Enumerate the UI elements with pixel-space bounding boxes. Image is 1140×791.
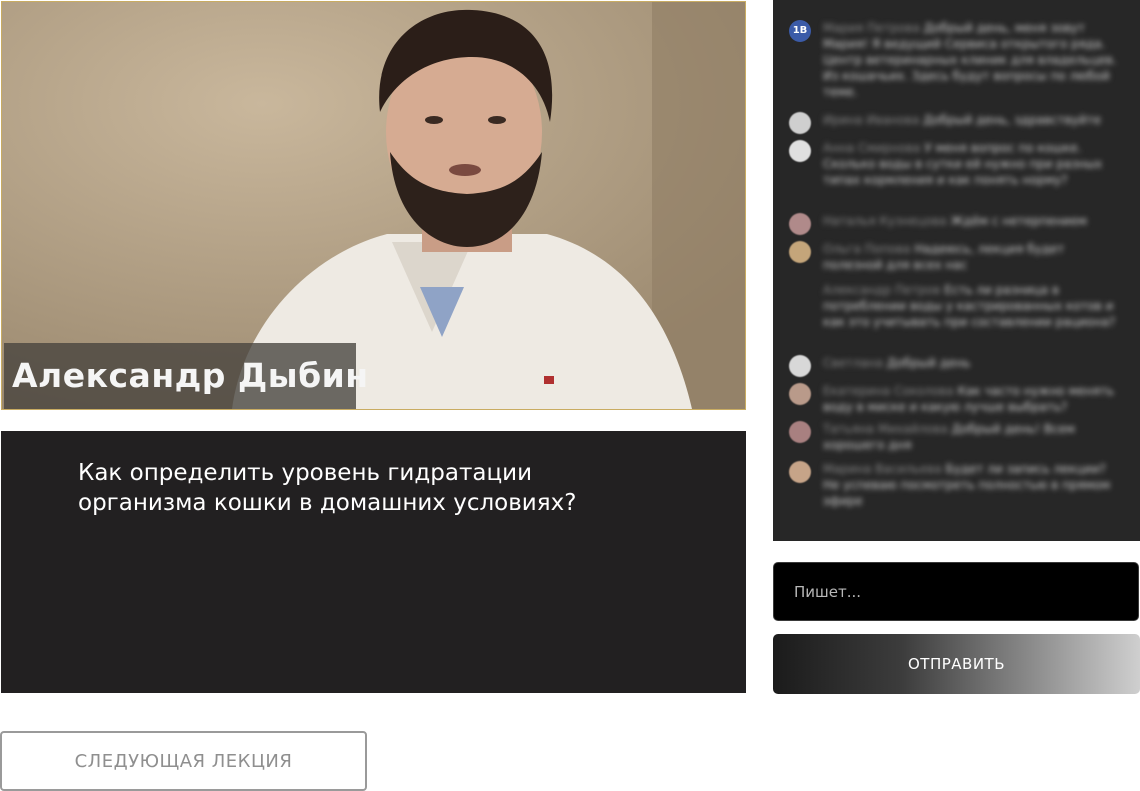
chat-message: Екатерина Соколова Как часто нужно менят… <box>789 383 1129 419</box>
video-player[interactable]: Александр Дыбин <box>1 1 746 410</box>
send-button[interactable]: ОТПРАВИТЬ <box>773 634 1140 694</box>
chat-message-text: Татьяна Михайлова Добрый день! Всем хоро… <box>823 422 1075 452</box>
chat-message-text: Марина Васильева Будет ли запись лекции?… <box>823 462 1111 508</box>
chat-message: Ирина Иванова Добрый день, здравствуйте <box>789 112 1129 134</box>
chat-message: Татьяна Михайлова Добрый день! Всем хоро… <box>789 421 1129 457</box>
chat-panel[interactable]: 1B Мария Петрова Добрый день, меня зовут… <box>773 0 1140 541</box>
user-avatar <box>789 383 811 405</box>
user-avatar <box>789 241 811 263</box>
chat-message: Светлана Добрый день <box>789 355 1129 377</box>
question-panel: Как определить уровень гидратации органи… <box>1 431 746 693</box>
chat-message-text: Наталья Кузнецова Ждём с нетерпением <box>823 214 1087 228</box>
chat-message: Ольга Попова Надеюсь, лекция будет полез… <box>789 241 1129 277</box>
question-line-2: организма кошки в домашних условиях? <box>78 490 577 516</box>
chat-message-text: Александр Петров Есть ли разница в потре… <box>823 283 1116 329</box>
chat-message: Александр Петров Есть ли разница в потре… <box>789 282 1129 344</box>
user-avatar <box>789 112 811 134</box>
question-text: Как определить уровень гидратации органи… <box>78 458 678 518</box>
chat-message-text: Ирина Иванова Добрый день, здравствуйте <box>823 113 1101 127</box>
user-avatar <box>789 140 811 162</box>
next-lecture-button[interactable]: СЛЕДУЮЩАЯ ЛЕКЦИЯ <box>0 731 367 791</box>
chat-message-text: Анна Смирнова У меня вопрос по кошке. Ск… <box>823 141 1103 187</box>
chat-message: Наталья Кузнецова Ждём с нетерпением <box>789 213 1129 235</box>
chat-message-text: Мария Петрова Добрый день, меня зовут Ма… <box>823 21 1117 99</box>
user-avatar <box>789 213 811 235</box>
chat-message: Анна Смирнова У меня вопрос по кошке. Ск… <box>789 140 1129 200</box>
user-avatar <box>789 421 811 443</box>
user-avatar <box>789 461 811 483</box>
chat-message-text: Екатерина Соколова Как часто нужно менят… <box>823 384 1115 414</box>
chat-message-text: Светлана Добрый день <box>823 356 971 370</box>
chat-message-text: Ольга Попова Надеюсь, лекция будет полез… <box>823 242 1065 272</box>
user-avatar: 1B <box>789 20 811 42</box>
chat-message: Марина Васильева Будет ли запись лекции?… <box>789 461 1129 511</box>
speaker-name-caption: Александр Дыбин <box>4 343 368 409</box>
user-avatar <box>789 355 811 377</box>
question-line-1: Как определить уровень гидратации <box>78 460 533 486</box>
chat-message-input[interactable] <box>773 562 1139 621</box>
chat-message: 1B Мария Петрова Добрый день, меня зовут… <box>789 20 1129 100</box>
